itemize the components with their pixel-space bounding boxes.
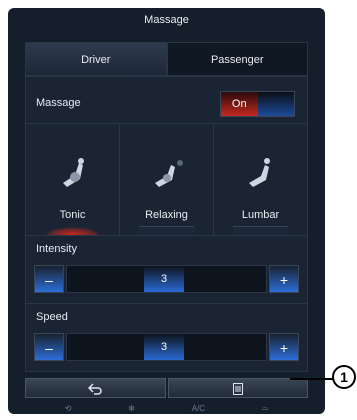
speed-minus-button[interactable]: – bbox=[34, 333, 64, 361]
intensity-plus-button[interactable]: + bbox=[269, 265, 299, 293]
mode-indicator bbox=[138, 226, 195, 235]
seat-massage-lumbar-icon bbox=[248, 158, 270, 187]
callout-line bbox=[290, 378, 333, 380]
intensity-minus-button[interactable]: – bbox=[34, 265, 64, 293]
mode-relaxing-label: Relaxing bbox=[145, 209, 188, 221]
speed-section: Speed – 3 + bbox=[26, 305, 307, 371]
defrost-icon[interactable]: ⌓ bbox=[262, 403, 268, 413]
tab-driver[interactable]: Driver bbox=[25, 42, 167, 76]
mode-selected-indicator bbox=[44, 227, 101, 235]
speed-plus-button[interactable]: + bbox=[269, 333, 299, 361]
ac-label[interactable]: A/C bbox=[192, 404, 205, 413]
menu-button[interactable] bbox=[167, 378, 308, 398]
mode-lumbar-label: Lumbar bbox=[241, 209, 280, 221]
screen-title: Massage bbox=[144, 14, 189, 26]
intensity-slider[interactable]: – 3 + bbox=[34, 265, 299, 293]
tab-passenger[interactable]: Passenger bbox=[166, 42, 308, 76]
seat-massage-relaxing-icon bbox=[154, 160, 183, 187]
toggle-on[interactable]: On bbox=[221, 92, 258, 116]
intensity-thumb[interactable]: 3 bbox=[144, 266, 184, 292]
mode-relaxing[interactable]: Relaxing bbox=[120, 125, 214, 235]
back-button[interactable] bbox=[25, 378, 166, 398]
toggle-off[interactable] bbox=[257, 92, 294, 116]
mode-indicator bbox=[232, 226, 289, 235]
massage-panel: Massage On Tonic Relaxing Lumbar Intensi… bbox=[25, 76, 308, 372]
mode-tonic[interactable]: Tonic bbox=[26, 125, 120, 235]
bottom-bar bbox=[25, 378, 308, 398]
massage-label: Massage bbox=[36, 97, 81, 109]
intensity-label: Intensity bbox=[36, 243, 77, 255]
mode-lumbar[interactable]: Lumbar bbox=[214, 125, 307, 235]
footer-climate-bar: ⟲ ✻ A/C ⌓ bbox=[8, 402, 325, 414]
speed-thumb[interactable]: 3 bbox=[144, 334, 184, 360]
seat-tabs: Driver Passenger bbox=[25, 42, 308, 76]
massage-modes: Tonic Relaxing Lumbar bbox=[26, 125, 307, 236]
intensity-section: Intensity – 3 + bbox=[26, 237, 307, 304]
speed-label: Speed bbox=[36, 311, 68, 323]
back-arrow-icon bbox=[88, 383, 102, 395]
list-menu-icon bbox=[232, 382, 243, 395]
seat-massage-tonic-icon bbox=[62, 158, 84, 187]
mode-tonic-label: Tonic bbox=[59, 209, 86, 221]
massage-toggle[interactable]: On bbox=[220, 91, 295, 117]
infotainment-screen: Massage Driver Passenger Massage On Toni… bbox=[8, 8, 325, 414]
speed-track[interactable]: 3 bbox=[66, 333, 267, 361]
intensity-track[interactable]: 3 bbox=[66, 265, 267, 293]
massage-row: Massage On bbox=[26, 83, 307, 124]
climate-icon[interactable]: ⟲ bbox=[65, 404, 72, 413]
speed-slider[interactable]: – 3 + bbox=[34, 333, 299, 361]
fan-icon[interactable]: ✻ bbox=[128, 404, 135, 413]
callout-number: 1 bbox=[332, 365, 356, 389]
